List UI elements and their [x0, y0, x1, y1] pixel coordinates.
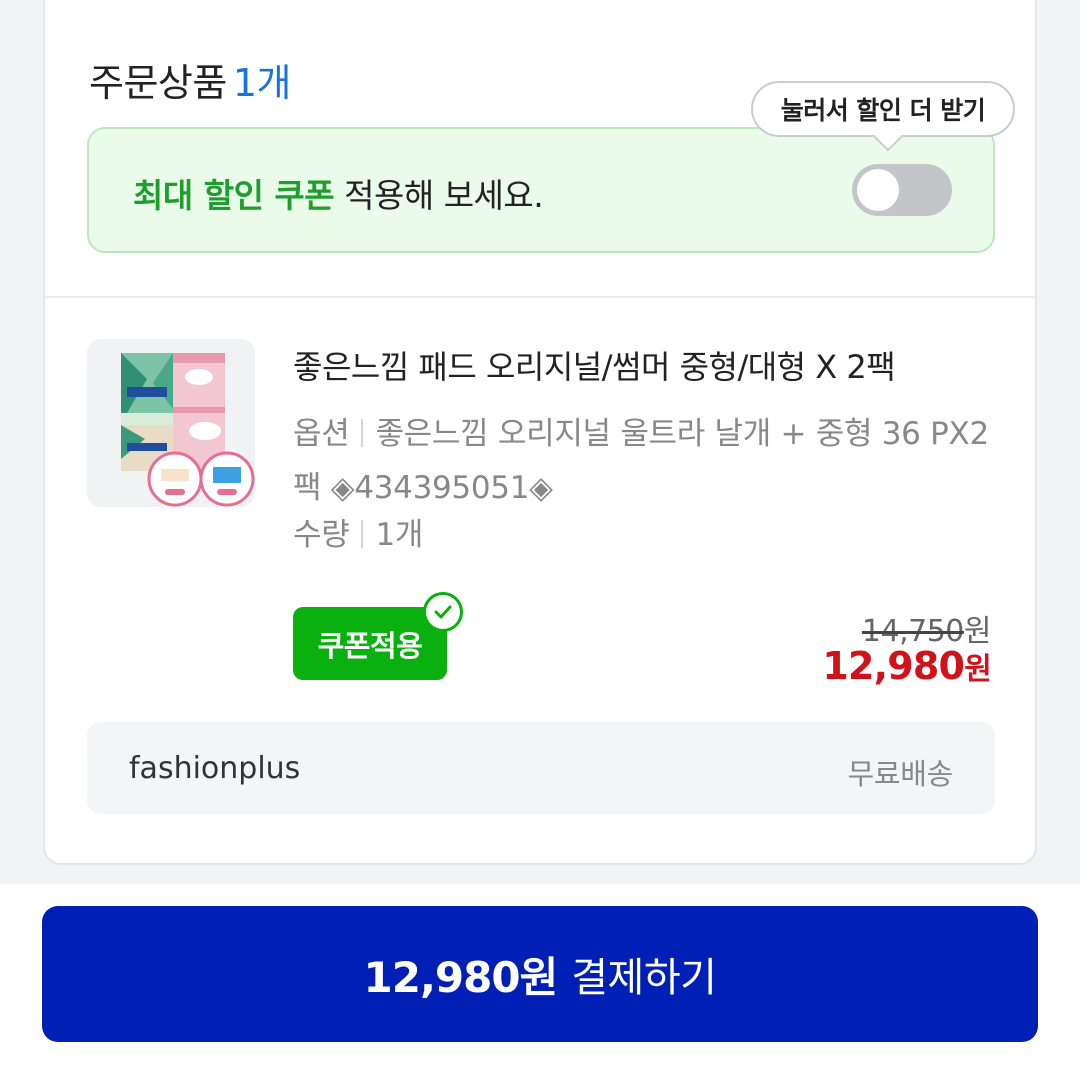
toggle-knob [857, 169, 899, 211]
max-coupon-banner: 최대 할인 쿠폰 적용해 보세요. [87, 127, 995, 253]
checkout-button[interactable]: 12,980원 결제하기 [42, 906, 1038, 1042]
sale-price: 12,980원 [822, 644, 991, 688]
discount-tooltip: 눌러서 할인 더 받기 [751, 81, 1015, 137]
product-quantity: 수량 1개 [293, 509, 423, 554]
checkout-amount: 12,980원 [363, 952, 559, 1002]
bottom-bar: 12,980원 결제하기 [0, 884, 1080, 1068]
section-title-text: 주문상품 [89, 61, 227, 105]
quantity-label: 수량 [293, 517, 350, 553]
quantity-value: 1개 [375, 517, 424, 553]
coupon-suffix: 적용해 보세요. [334, 176, 544, 215]
order-page: 주문상품 1개 눌러서 할인 더 받기 최대 할인 쿠폰 적용해 보세요. 좋은… [0, 0, 1080, 1068]
option-value: 좋은느낌 오리지널 울트라 날개 + 중형 36 PX2팩 ◈434395051… [293, 416, 989, 506]
coupon-highlight: 최대 할인 쿠폰 [133, 176, 335, 215]
option-label: 옵션 [293, 416, 350, 452]
sale-price-currency: 원 [964, 652, 992, 687]
item-count: 1개 [232, 61, 292, 105]
max-coupon-toggle[interactable] [852, 164, 952, 216]
coupon-banner-text: 최대 할인 쿠폰 적용해 보세요. [133, 169, 544, 217]
check-icon [423, 592, 463, 632]
product-option: 옵션 좋은느낌 오리지널 울트라 날개 + 중형 36 PX2팩 ◈4343950… [293, 407, 993, 515]
shipping-info: fashionplus 무료배송 [87, 722, 995, 814]
divider [45, 296, 1035, 298]
separator [361, 520, 364, 548]
order-product-card: 주문상품 1개 눌러서 할인 더 받기 최대 할인 쿠폰 적용해 보세요. 좋은… [43, 0, 1037, 865]
separator [361, 419, 364, 447]
shipping-fee: 무료배송 [847, 757, 953, 791]
section-title: 주문상품 1개 [89, 52, 291, 107]
sale-price-value: 12,980 [822, 644, 965, 688]
product-name[interactable]: 좋은느낌 패드 오리지널/썸머 중형/대형 X 2팩 [293, 342, 993, 388]
product-image [87, 339, 255, 507]
seller-name: fashionplus [129, 751, 301, 786]
checkout-label: 결제하기 [571, 955, 717, 1001]
product-thumbnail[interactable] [87, 339, 255, 507]
